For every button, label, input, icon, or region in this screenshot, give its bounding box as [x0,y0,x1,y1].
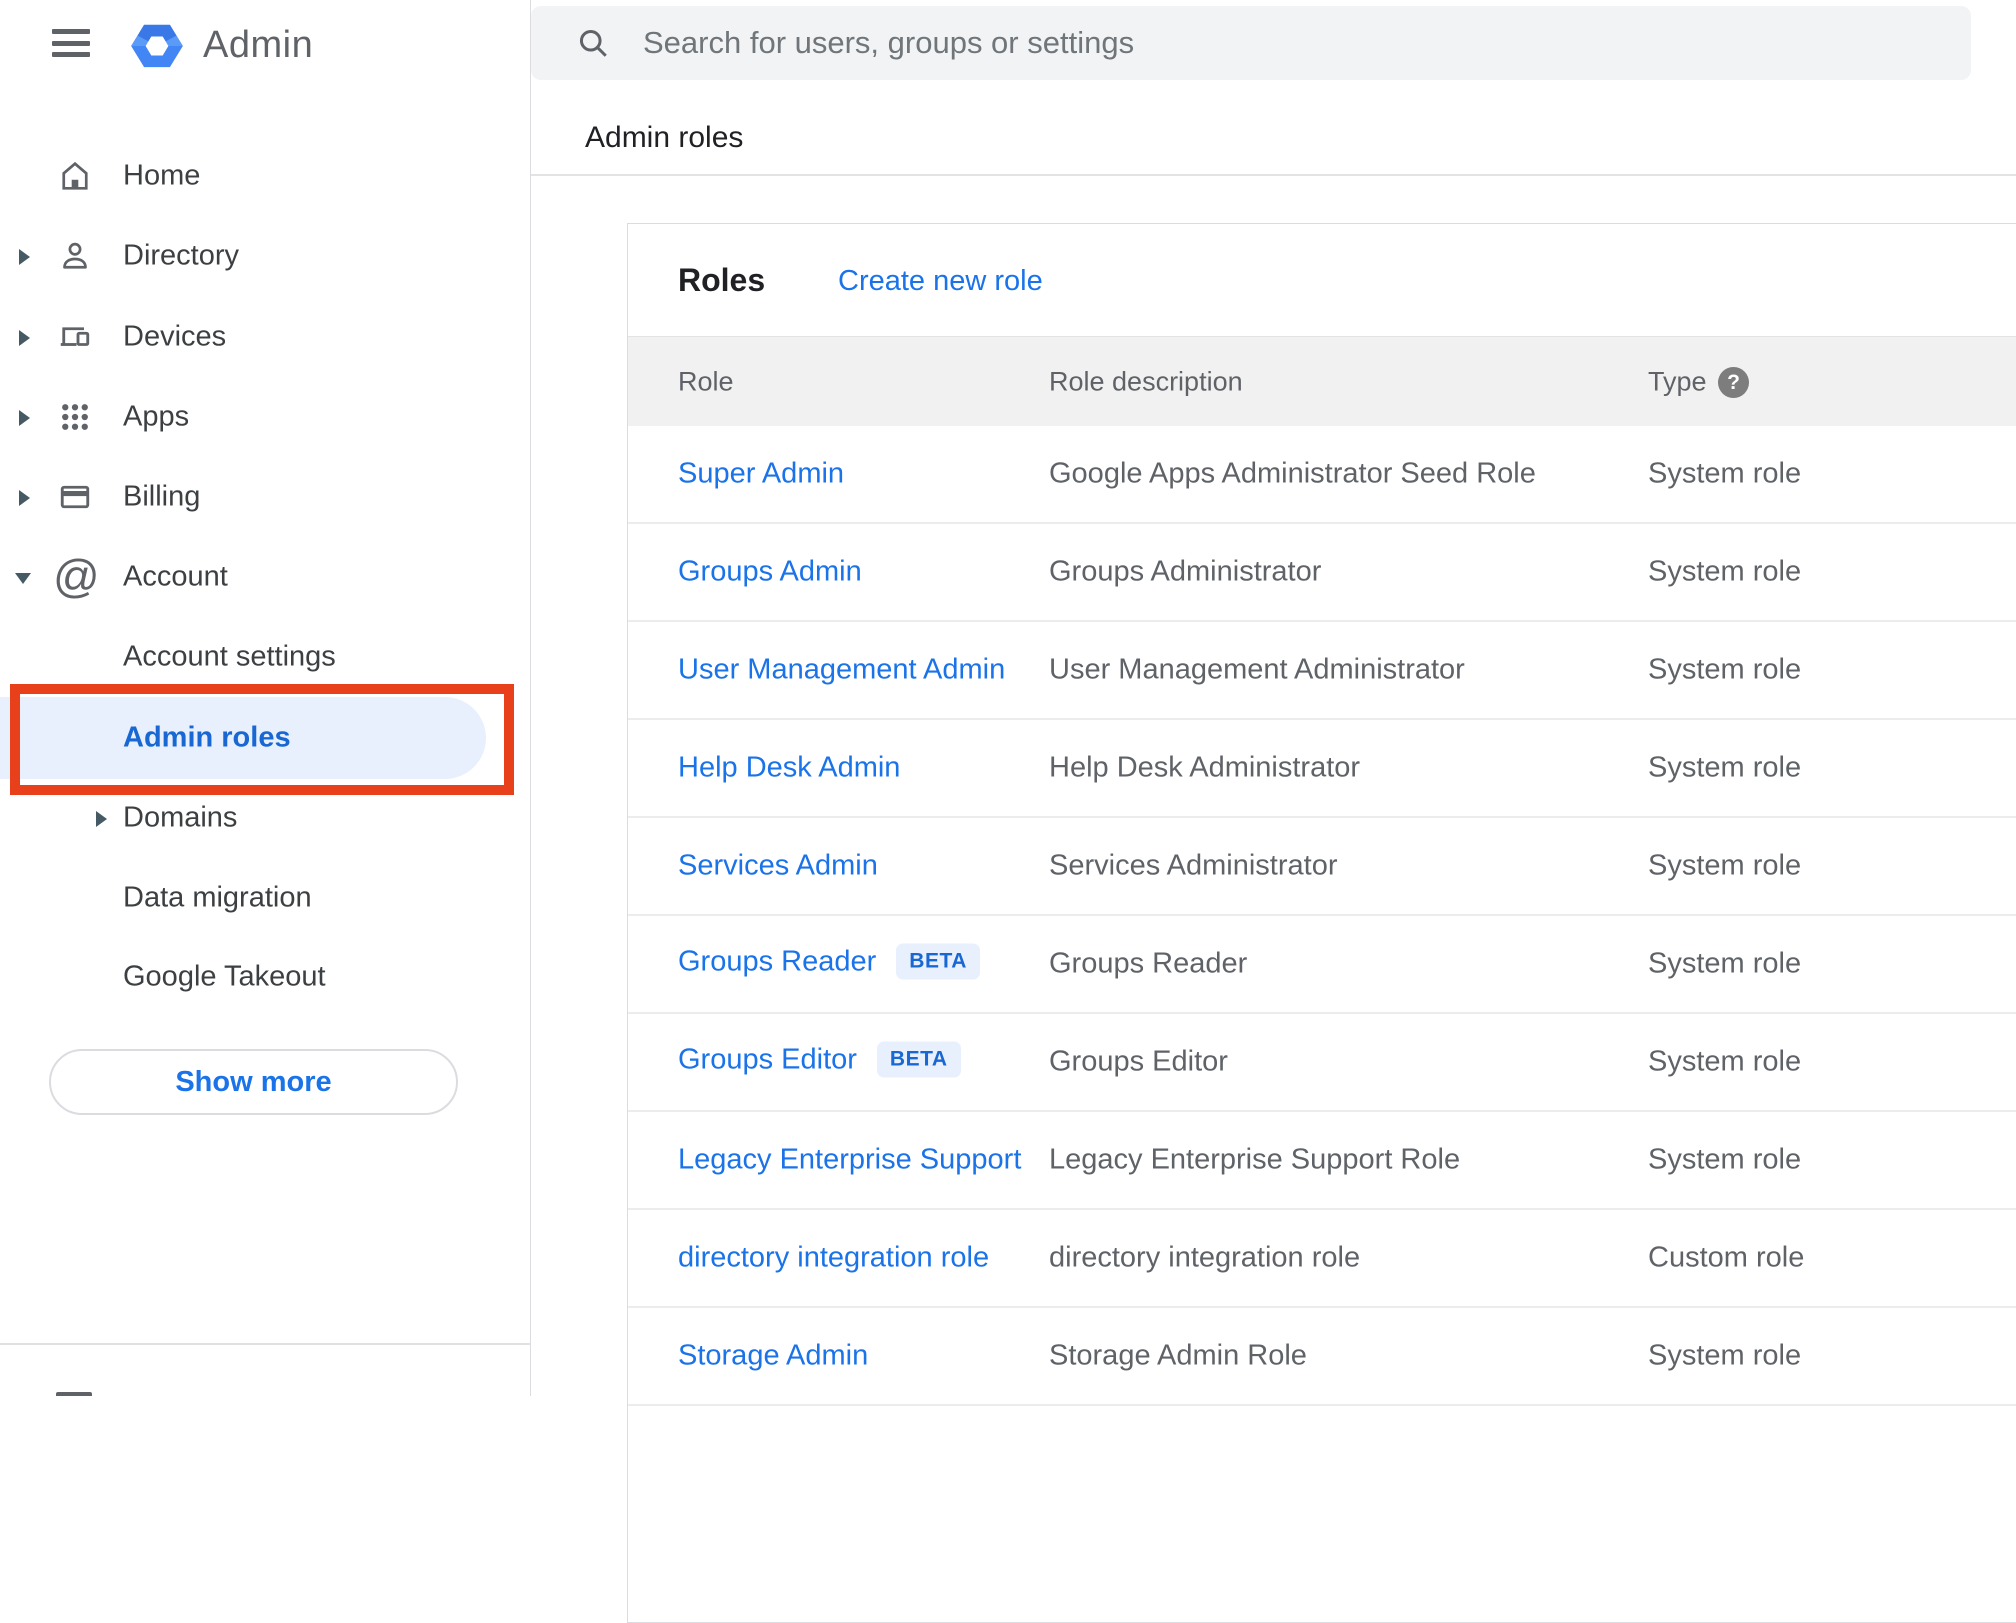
chevron-right-icon[interactable] [19,330,30,346]
sidebar-item-label: Directory [123,239,240,272]
chevron-right-icon[interactable] [19,249,30,265]
card-title: Roles [678,262,766,298]
sidebar-item-label: Devices [123,320,227,353]
column-header-role: Role [678,366,734,396]
table-header: Role Role description Type ? [628,336,2016,426]
search-bar [531,6,1971,80]
table-row: Services Admin Services Administrator Syst… [628,818,2016,916]
show-more-button[interactable]: Show more [49,1049,458,1115]
sidebar: Admin Home Directory Devices Apps Billin… [0,0,531,1396]
role-type: System role [1648,1143,1802,1176]
role-type: System role [1648,947,1802,980]
chevron-right-icon[interactable] [96,811,107,827]
column-header-description: Role description [1049,366,1243,396]
hamburger-menu-icon[interactable] [52,29,90,57]
role-link[interactable]: directory integration role [678,1242,989,1274]
sidebar-bottom-divider [0,1343,531,1345]
sidebar-item-label: Google Takeout [123,960,326,993]
table-row: Super Admin Google Apps Administrator See… [628,426,2016,524]
sidebar-item-label: Apps [123,400,190,433]
role-description: Google Apps Administrator Seed Role [1049,457,1536,490]
role-type: System role [1648,1339,1802,1372]
devices-icon [57,319,93,355]
chevron-right-icon[interactable] [19,410,30,426]
sidebar-item-label: Billing [123,480,201,513]
role-link[interactable]: User Management Admin [678,654,1005,686]
role-type: System role [1648,849,1802,882]
search-input[interactable] [643,6,1943,80]
table-row: Storage Admin Storage Admin Role System ro… [628,1308,2016,1406]
sidebar-item-label: Account settings [123,640,336,673]
credit-card-icon [57,479,93,515]
table-row: Help Desk Admin Help Desk Administrator Sy… [628,720,2016,818]
help-icon[interactable]: ? [1718,367,1749,398]
role-link[interactable]: Groups Reader [678,946,876,978]
table-row: Groups Admin Groups Administrator System r… [628,524,2016,622]
sidebar-item-label: Account [123,560,228,593]
role-type: System role [1648,653,1802,686]
role-type: Custom role [1648,1241,1805,1274]
search-icon [575,25,611,61]
at-sign-icon: @ [53,550,100,602]
beta-badge: BETA [876,1041,961,1078]
role-description: directory integration role [1049,1241,1361,1274]
create-new-role-link[interactable]: Create new role [838,265,1043,298]
table-row: Legacy Enterprise Support Legacy Enterpri… [628,1112,2016,1210]
admin-logo-icon [126,15,188,77]
breadcrumb: Admin roles [585,121,744,154]
role-description: Legacy Enterprise Support Role [1049,1143,1461,1176]
beta-badge: BETA [896,943,980,980]
sidebar-item-account[interactable]: @ Account [0,537,531,617]
role-type: System role [1648,457,1802,490]
sidebar-item-admin-roles[interactable]: Admin roles [0,697,486,779]
roles-card: Roles Create new role Role Role descript… [627,223,2016,1623]
role-type: System role [1648,555,1802,588]
column-header-type: Type [1648,366,1707,396]
sidebar-item-apps[interactable]: Apps [0,377,531,457]
table-row: Groups Editor BETA Groups Editor System rol… [628,1014,2016,1112]
chevron-right-icon[interactable] [19,490,30,506]
sidebar-item-data-migration[interactable]: Data migration [0,858,531,938]
role-link[interactable]: Storage Admin [678,1340,868,1372]
table-rows: Super Admin Google Apps Administrator See… [628,426,2016,1406]
role-type: System role [1648,751,1802,784]
sidebar-item-google-takeout[interactable]: Google Takeout [0,937,531,1017]
sidebar-item-label: Data migration [123,881,312,914]
person-icon [57,238,93,274]
role-link[interactable]: Super Admin [678,458,844,490]
sidebar-item-label: Domains [123,801,238,834]
chevron-down-icon[interactable] [15,573,31,584]
home-icon [57,158,93,194]
apps-grid-icon [57,399,93,435]
table-row: User Management Admin User Management Adm… [628,622,2016,720]
sidebar-item-domains[interactable]: Domains [0,778,531,858]
sidebar-item-directory[interactable]: Directory [0,216,531,296]
role-link[interactable]: Groups Admin [678,556,862,588]
sidebar-item-devices[interactable]: Devices [0,297,531,377]
sidebar-item-home[interactable]: Home [0,136,531,216]
sidebar-item-label: Home [123,159,201,192]
role-type: System role [1648,1045,1802,1078]
role-description: User Management Administrator [1049,653,1465,686]
table-row: Groups Reader BETA Groups Reader System rol… [628,916,2016,1014]
role-description: Help Desk Administrator [1049,751,1361,784]
topbar-divider [531,174,2016,176]
sidebar-item-label: Admin roles [123,721,291,754]
table-row: directory integration role directory inte… [628,1210,2016,1308]
role-link[interactable]: Legacy Enterprise Support [678,1144,1021,1176]
partial-bottom-icon [56,1392,92,1396]
role-link[interactable]: Help Desk Admin [678,752,900,784]
role-description: Groups Administrator [1049,555,1322,588]
sidebar-item-billing[interactable]: Billing [0,457,531,537]
role-description: Services Administrator [1049,849,1338,882]
role-description: Storage Admin Role [1049,1339,1307,1372]
role-link[interactable]: Groups Editor [678,1044,857,1076]
app-title: Admin [203,24,314,66]
role-description: Groups Reader [1049,947,1248,980]
role-description: Groups Editor [1049,1045,1228,1078]
sidebar-item-account-settings[interactable]: Account settings [0,617,531,697]
role-link[interactable]: Services Admin [678,850,878,882]
